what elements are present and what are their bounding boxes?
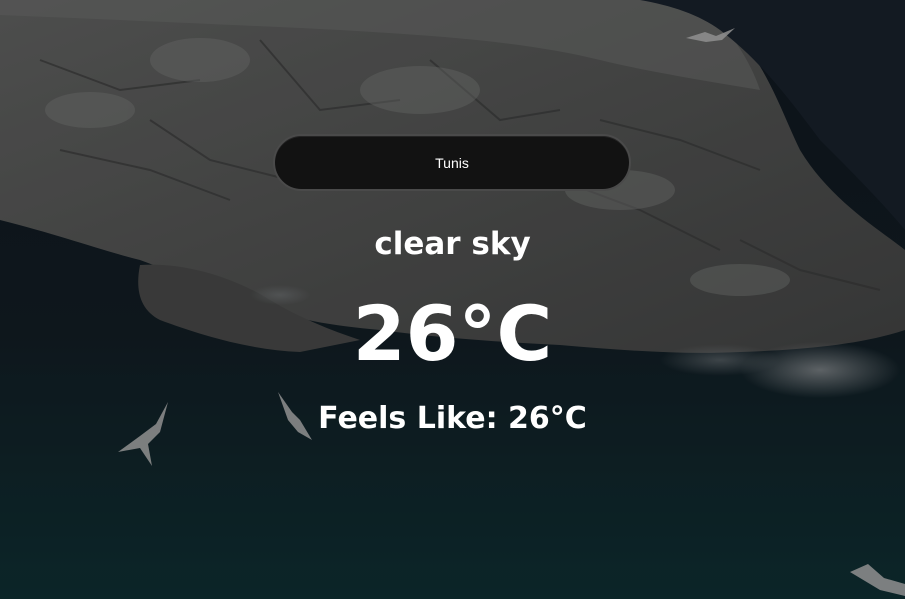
city-search-box[interactable] (273, 134, 631, 191)
weather-app: clear sky 26°C Feels Like: 26°C (0, 0, 905, 599)
temperature-value: 26°C (352, 289, 553, 378)
city-search-input[interactable] (275, 136, 629, 189)
weather-description: clear sky (374, 226, 531, 262)
feels-like-value: Feels Like: 26°C (318, 401, 587, 436)
